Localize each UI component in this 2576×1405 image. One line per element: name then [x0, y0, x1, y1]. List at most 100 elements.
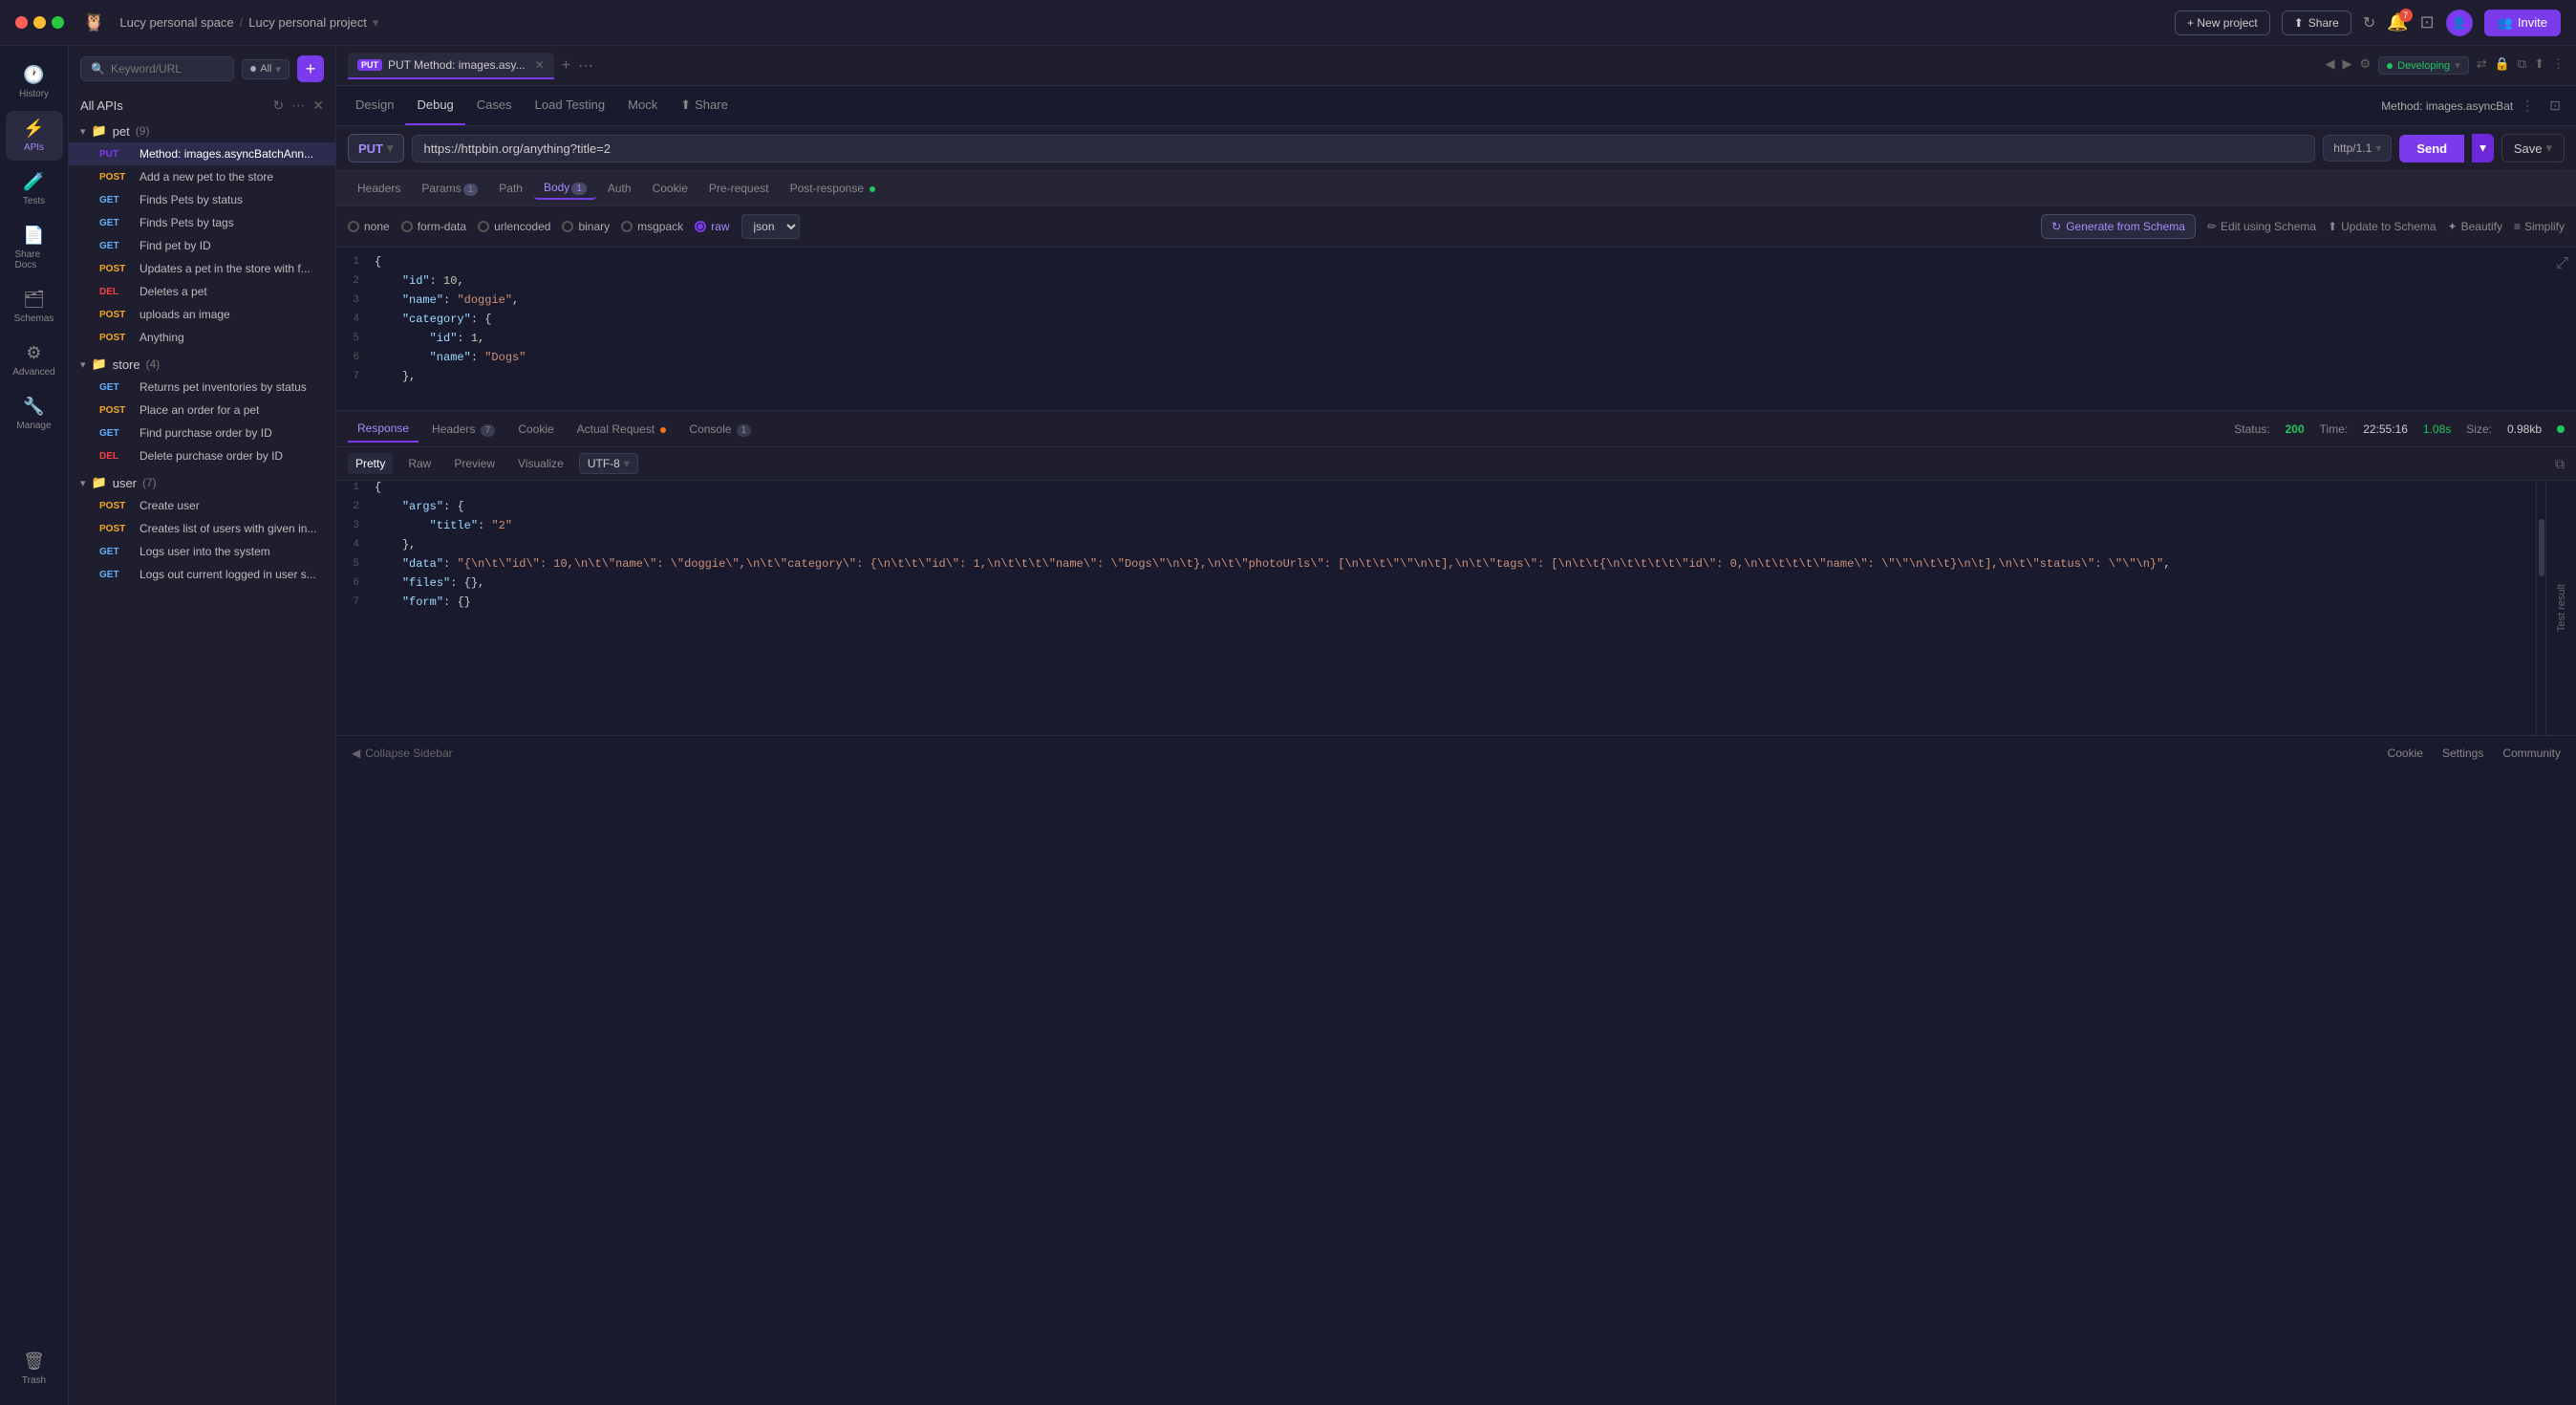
list-item[interactable]: GET Finds Pets by tags — [69, 211, 335, 234]
body-type-msgpack[interactable]: msgpack — [621, 220, 683, 233]
tab-load-testing[interactable]: Load Testing — [524, 86, 617, 125]
send-button[interactable]: Send — [2399, 135, 2464, 162]
resp-tab-response[interactable]: Response — [348, 416, 419, 443]
tree-group-header-pet[interactable]: ▾ 📁 pet (9) — [69, 119, 335, 142]
layout-icon[interactable]: ⊡ — [2420, 12, 2435, 32]
list-item[interactable]: GET Finds Pets by status — [69, 188, 335, 211]
beautify-button[interactable]: ✦ Beautify — [2448, 220, 2502, 233]
copy-icon[interactable]: ⧉ — [2518, 56, 2526, 75]
sub-tab-pre-request[interactable]: Pre-request — [699, 178, 779, 199]
search-input[interactable] — [111, 62, 224, 76]
list-item[interactable]: PUT Method: images.asyncBatchAnn... — [69, 142, 335, 165]
list-item[interactable]: DEL Delete purchase order by ID — [69, 444, 335, 467]
settings-icon[interactable]: ⚙ — [2359, 56, 2371, 75]
expand-icon[interactable]: ⊡ — [2549, 97, 2561, 114]
cookie-link[interactable]: Cookie — [2388, 746, 2423, 760]
environment-badge[interactable]: Developing ▾ — [2378, 56, 2469, 75]
sidebar-item-history[interactable]: 🕐 History — [6, 57, 63, 107]
sub-tab-headers[interactable]: Headers — [348, 178, 410, 199]
resp-tab-cookie[interactable]: Cookie — [508, 417, 563, 442]
url-input-wrap[interactable] — [412, 135, 2316, 162]
test-result-panel[interactable]: Test result — [2545, 481, 2576, 735]
encoding-select[interactable]: UTF-8 ▾ — [579, 453, 638, 474]
resp-tab-actual-request[interactable]: Actual Request — [568, 417, 676, 442]
list-item[interactable]: POST Place an order for a pet — [69, 399, 335, 422]
refresh-icon[interactable]: ↻ — [2363, 13, 2375, 32]
resp-view-raw[interactable]: Raw — [400, 453, 439, 474]
close-sidebar-icon[interactable]: ✕ — [312, 97, 324, 114]
expand-editor-button[interactable]: ⤢ — [2556, 255, 2568, 272]
tab-put-method[interactable]: PUT PUT Method: images.asy... ✕ — [348, 53, 554, 79]
endpoint-actions[interactable]: ⋮ — [2521, 97, 2534, 114]
send-dropdown-button[interactable]: ▾ — [2472, 134, 2494, 162]
list-item[interactable]: POST Create user — [69, 494, 335, 517]
sidebar-item-apis[interactable]: ⚡ APIs — [6, 111, 63, 161]
tab-share[interactable]: ⬆ Share — [669, 86, 740, 125]
resp-view-preview[interactable]: Preview — [446, 453, 503, 474]
tab-debug[interactable]: Debug — [405, 86, 464, 125]
sub-tab-cookie[interactable]: Cookie — [643, 178, 698, 199]
body-format-select[interactable]: json xml text — [741, 214, 800, 239]
resp-view-visualize[interactable]: Visualize — [510, 453, 571, 474]
sidebar-item-manage[interactable]: 🔧 Manage — [6, 389, 63, 439]
list-item[interactable]: GET Find pet by ID — [69, 234, 335, 257]
sidebar-item-share-docs[interactable]: 📄 Share Docs — [6, 218, 63, 278]
method-select[interactable]: PUT ▾ — [348, 134, 404, 162]
list-item[interactable]: POST Creates list of users with given in… — [69, 517, 335, 540]
collapse-sidebar-button[interactable]: ◀ Collapse Sidebar — [352, 746, 453, 760]
scrollbar-thumb[interactable] — [2539, 519, 2544, 576]
add-tab-icon[interactable]: + — [562, 57, 570, 75]
settings-link[interactable]: Settings — [2442, 746, 2483, 760]
http-version-select[interactable]: http/1.1 ▾ — [2323, 135, 2392, 162]
body-type-none[interactable]: none — [348, 220, 390, 233]
refresh-sidebar-icon[interactable]: ↻ — [273, 97, 285, 114]
next-tab-icon[interactable]: ▶ — [2342, 56, 2351, 75]
list-item[interactable]: DEL Deletes a pet — [69, 280, 335, 303]
list-item[interactable]: POST Updates a pet in the store with f..… — [69, 257, 335, 280]
maximize-button[interactable] — [52, 16, 64, 29]
sub-tab-post-response[interactable]: Post-response — [781, 178, 886, 199]
more-tabs-icon[interactable]: ⋯ — [578, 56, 593, 76]
add-api-button[interactable]: + — [297, 55, 324, 82]
filter-all-button[interactable]: All ▾ — [242, 59, 290, 79]
sidebar-item-advanced[interactable]: ⚙ Advanced — [6, 335, 63, 385]
list-item[interactable]: POST uploads an image — [69, 303, 335, 326]
share-icon[interactable]: ⬆ — [2534, 56, 2544, 75]
sub-tab-auth[interactable]: Auth — [598, 178, 641, 199]
sub-tab-path[interactable]: Path — [489, 178, 532, 199]
lock-icon[interactable]: 🔒 — [2495, 56, 2510, 75]
list-item[interactable]: GET Returns pet inventories by status — [69, 376, 335, 399]
sync-icon[interactable]: ⇄ — [2477, 56, 2487, 75]
sub-tab-params[interactable]: Params1 — [412, 178, 487, 199]
minimize-button[interactable] — [33, 16, 46, 29]
code-editor[interactable]: 1 { 2 "id": 10, 3 "name": "doggie", 4 "c… — [336, 248, 2576, 410]
resp-tab-console[interactable]: Console 1 — [679, 417, 761, 442]
filter-icon[interactable]: ⋯ — [291, 97, 305, 114]
copy-response-button[interactable]: ⧉ — [2555, 456, 2565, 472]
resp-tab-headers[interactable]: Headers 7 — [422, 417, 504, 442]
list-item[interactable]: GET Find purchase order by ID — [69, 422, 335, 444]
body-type-binary[interactable]: binary — [562, 220, 610, 233]
update-schema-button[interactable]: ⬆ Update to Schema — [2328, 220, 2436, 233]
body-type-raw[interactable]: raw — [695, 220, 729, 233]
search-box[interactable]: 🔍 — [80, 56, 234, 81]
kebab-icon[interactable]: ⋮ — [2552, 56, 2565, 75]
invite-button[interactable]: 👥 Invite — [2484, 10, 2561, 36]
sidebar-item-trash[interactable]: 🗑 Trash — [6, 1344, 63, 1394]
resp-view-pretty[interactable]: Pretty — [348, 453, 393, 474]
list-item[interactable]: GET Logs out current logged in user s... — [69, 563, 335, 586]
tree-group-header-user[interactable]: ▾ 📁 user (7) — [69, 471, 335, 494]
close-button[interactable] — [15, 16, 28, 29]
sidebar-item-tests[interactable]: 🧪 Tests — [6, 164, 63, 214]
close-tab-icon[interactable]: ✕ — [535, 58, 545, 72]
list-item[interactable]: POST Anything — [69, 326, 335, 349]
community-link[interactable]: Community — [2502, 746, 2561, 760]
request-body-editor[interactable]: 1 { 2 "id": 10, 3 "name": "doggie", 4 "c… — [336, 248, 2576, 410]
sub-tab-body[interactable]: Body1 — [534, 177, 596, 200]
edit-schema-button[interactable]: ✏ Edit using Schema — [2207, 220, 2316, 233]
avatar[interactable]: 👤 — [2446, 10, 2473, 36]
url-input[interactable] — [424, 141, 2304, 156]
save-button[interactable]: Save ▾ — [2501, 134, 2565, 162]
simplify-button[interactable]: ≡ Simplify — [2514, 220, 2565, 233]
generate-from-schema-button[interactable]: ↻ Generate from Schema — [2041, 214, 2196, 239]
